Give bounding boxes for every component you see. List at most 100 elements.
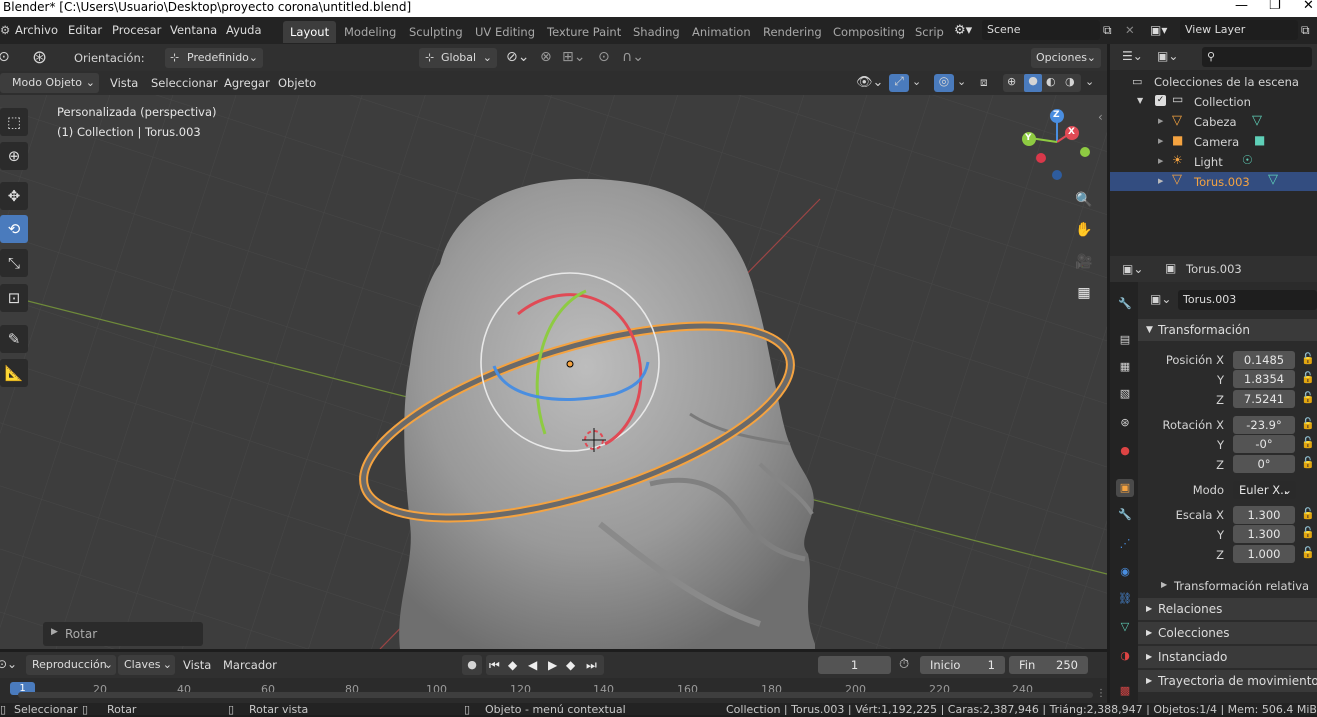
- transform-tool-icon[interactable]: ⊡: [0, 284, 28, 312]
- start-frame-field[interactable]: Inicio 1: [920, 656, 1005, 674]
- scale-z-field[interactable]: 1.000: [1233, 545, 1295, 563]
- transform-orientation-dropdown[interactable]: Global ⊹ ⌄: [419, 48, 497, 68]
- expand-arrow-icon[interactable]: ▶: [1158, 177, 1163, 185]
- view-layer-tab-icon[interactable]: ▧: [1116, 385, 1134, 403]
- menu-agregar[interactable]: Agregar: [224, 71, 270, 95]
- playback-menu[interactable]: Reproducción ⌄: [26, 655, 116, 675]
- chevron-down-icon[interactable]: ⌄: [957, 75, 966, 88]
- lock-icon[interactable]: 🔓: [1301, 507, 1315, 520]
- menu-archivo[interactable]: Archivo: [15, 17, 58, 44]
- delete-scene-icon[interactable]: ✕: [1125, 17, 1135, 44]
- menu-editar[interactable]: Editar: [68, 17, 102, 44]
- nav-gizmo-neg-x[interactable]: [1036, 153, 1046, 163]
- lock-icon[interactable]: 🔓: [1301, 546, 1315, 559]
- lock-icon[interactable]: 🔓: [1301, 526, 1315, 539]
- lock-icon[interactable]: 🔓: [1301, 352, 1315, 365]
- 3d-viewport[interactable]: Z X Y ⊙ ⊛ Orientación: Predefinido ⌄ ⊹ Glo…: [0, 44, 1107, 649]
- position-x-field[interactable]: 0.1485: [1233, 351, 1295, 369]
- nav-gizmo-neg-y[interactable]: [1080, 147, 1090, 157]
- tab-modeling[interactable]: Modeling: [337, 21, 403, 43]
- xray-icon[interactable]: ⧈: [980, 75, 988, 90]
- outliner-search[interactable]: ⚲: [1202, 47, 1312, 67]
- visibility-icon[interactable]: 👁⌄: [856, 75, 883, 90]
- scene-field[interactable]: Scene: [982, 20, 1100, 40]
- world-tab-icon[interactable]: ●: [1116, 442, 1134, 460]
- lock-icon[interactable]: 🔓: [1301, 417, 1315, 430]
- options-dropdown[interactable]: Opciones ⌄: [1031, 48, 1101, 68]
- menu-objeto[interactable]: Objeto: [278, 71, 316, 95]
- rotation-x-field[interactable]: -23.9°: [1233, 416, 1295, 434]
- play-icon[interactable]: ▶: [548, 655, 557, 675]
- select-tool-icon[interactable]: ⬚: [0, 108, 28, 136]
- zoom-icon[interactable]: 🔍: [1071, 187, 1097, 213]
- tab-sculpting[interactable]: Sculpting: [402, 21, 470, 43]
- outliner-item-torus[interactable]: ▶ ▽ Torus.003 ▽: [1110, 172, 1317, 191]
- tab-animation[interactable]: Animation: [685, 21, 758, 43]
- view-layer-icon[interactable]: ▣▾: [1150, 17, 1167, 44]
- camera-view-icon[interactable]: 🎥: [1071, 249, 1097, 275]
- menu-seleccionar[interactable]: Seleccionar: [151, 71, 218, 95]
- expand-arrow-icon[interactable]: ▶: [1158, 157, 1163, 165]
- new-view-layer-icon[interactable]: ⧉: [1301, 17, 1310, 44]
- tab-shading[interactable]: Shading: [626, 21, 687, 43]
- close-window-icon[interactable]: ✕: [1303, 0, 1314, 13]
- measure-tool-icon[interactable]: 📐: [0, 359, 28, 387]
- move-tool-icon[interactable]: ✥: [0, 182, 28, 210]
- last-operator-panel[interactable]: ▶ Rotar: [43, 622, 203, 646]
- rotation-y-field[interactable]: -0°: [1233, 435, 1295, 453]
- motion-path-section-header[interactable]: ▶ Trayectoria de movimiento: [1138, 670, 1317, 692]
- gizmo-toggle-icon[interactable]: ⤢: [889, 74, 909, 92]
- tab-rendering[interactable]: Rendering: [756, 21, 829, 43]
- chevron-down-icon[interactable]: ⌄: [1085, 75, 1094, 88]
- particles-tab-icon[interactable]: ⋰: [1116, 535, 1134, 553]
- pivot-icon[interactable]: ⊛: [32, 47, 47, 68]
- editor-type-icon[interactable]: ⊙⌄: [0, 657, 17, 671]
- expand-arrow-icon[interactable]: ▶: [1158, 137, 1163, 145]
- object-tab-icon[interactable]: ▣: [1116, 479, 1134, 497]
- tab-layout[interactable]: Layout: [283, 21, 337, 43]
- nav-gizmo-neg-z[interactable]: [1052, 170, 1062, 180]
- sidebar-toggle-icon[interactable]: ‹: [1098, 110, 1103, 124]
- next-keyframe-icon[interactable]: ◆: [566, 655, 575, 675]
- rotation-mode-dropdown[interactable]: Euler X.. ⌄: [1233, 481, 1296, 499]
- outliner-item-camera[interactable]: ▶ ■ Camera ■: [1110, 132, 1317, 152]
- falloff-icon[interactable]: ∩⌄: [622, 49, 644, 65]
- constraints-tab-icon[interactable]: ⛓: [1116, 590, 1134, 608]
- mode-dropdown[interactable]: Modo Objeto ⌄: [0, 73, 99, 93]
- new-scene-icon[interactable]: ⧉: [1103, 17, 1112, 44]
- wireframe-shading-icon[interactable]: ⊕: [1007, 75, 1016, 88]
- lock-icon[interactable]: 🔓: [1301, 436, 1315, 449]
- pivot-point-icon[interactable]: ⊘⌄: [506, 49, 529, 65]
- object-name-field[interactable]: Torus.003: [1178, 290, 1317, 310]
- tool-tab-icon[interactable]: 🔧: [1116, 295, 1134, 313]
- scale-tool-icon[interactable]: ⤡: [0, 249, 28, 277]
- material-tab-icon[interactable]: ◑: [1116, 647, 1134, 665]
- rendered-shading-icon[interactable]: ◑: [1065, 75, 1075, 88]
- minimize-icon[interactable]: —: [1235, 0, 1248, 13]
- scale-x-field[interactable]: 1.300: [1233, 506, 1295, 524]
- scene-tab-icon[interactable]: ⊛: [1116, 414, 1134, 432]
- current-frame-field[interactable]: 1: [818, 656, 891, 674]
- texture-tab-icon[interactable]: ▩: [1116, 682, 1134, 700]
- proportional-edit-icon[interactable]: ⊙: [598, 49, 610, 65]
- collections-section-header[interactable]: ▶ Colecciones: [1138, 622, 1317, 644]
- snap-target-icon[interactable]: ⊞⌄: [562, 49, 585, 65]
- pan-hand-icon[interactable]: ✋: [1071, 217, 1097, 243]
- outliner-item-cabeza[interactable]: ▶ ▽ Cabeza ▽: [1110, 112, 1317, 132]
- tool-mode-icon[interactable]: ⊙: [0, 49, 10, 65]
- lock-icon[interactable]: 🔓: [1301, 456, 1315, 469]
- tab-uv-editing[interactable]: UV Editing: [468, 21, 542, 43]
- outliner-item-light[interactable]: ▶ ☀ Light ☉: [1110, 152, 1317, 172]
- transform-section-header[interactable]: ▼ Transformación: [1138, 319, 1317, 341]
- menu-vista[interactable]: Vista: [110, 71, 138, 95]
- lock-icon[interactable]: 🔓: [1301, 371, 1315, 384]
- rotation-z-field[interactable]: 0°: [1233, 455, 1295, 473]
- editor-type-icon[interactable]: ☰⌄: [1122, 49, 1143, 63]
- outliner-collection[interactable]: Collection: [1194, 92, 1251, 112]
- play-reverse-icon[interactable]: ◀: [528, 655, 537, 675]
- render-tab-icon[interactable]: ▤: [1116, 331, 1134, 349]
- stopwatch-icon[interactable]: ⏱: [899, 657, 909, 672]
- record-icon[interactable]: ●: [462, 655, 482, 675]
- relative-transform-subsection[interactable]: ▶ Transformación relativa: [1150, 577, 1317, 595]
- menu-marcador[interactable]: Marcador: [223, 652, 277, 678]
